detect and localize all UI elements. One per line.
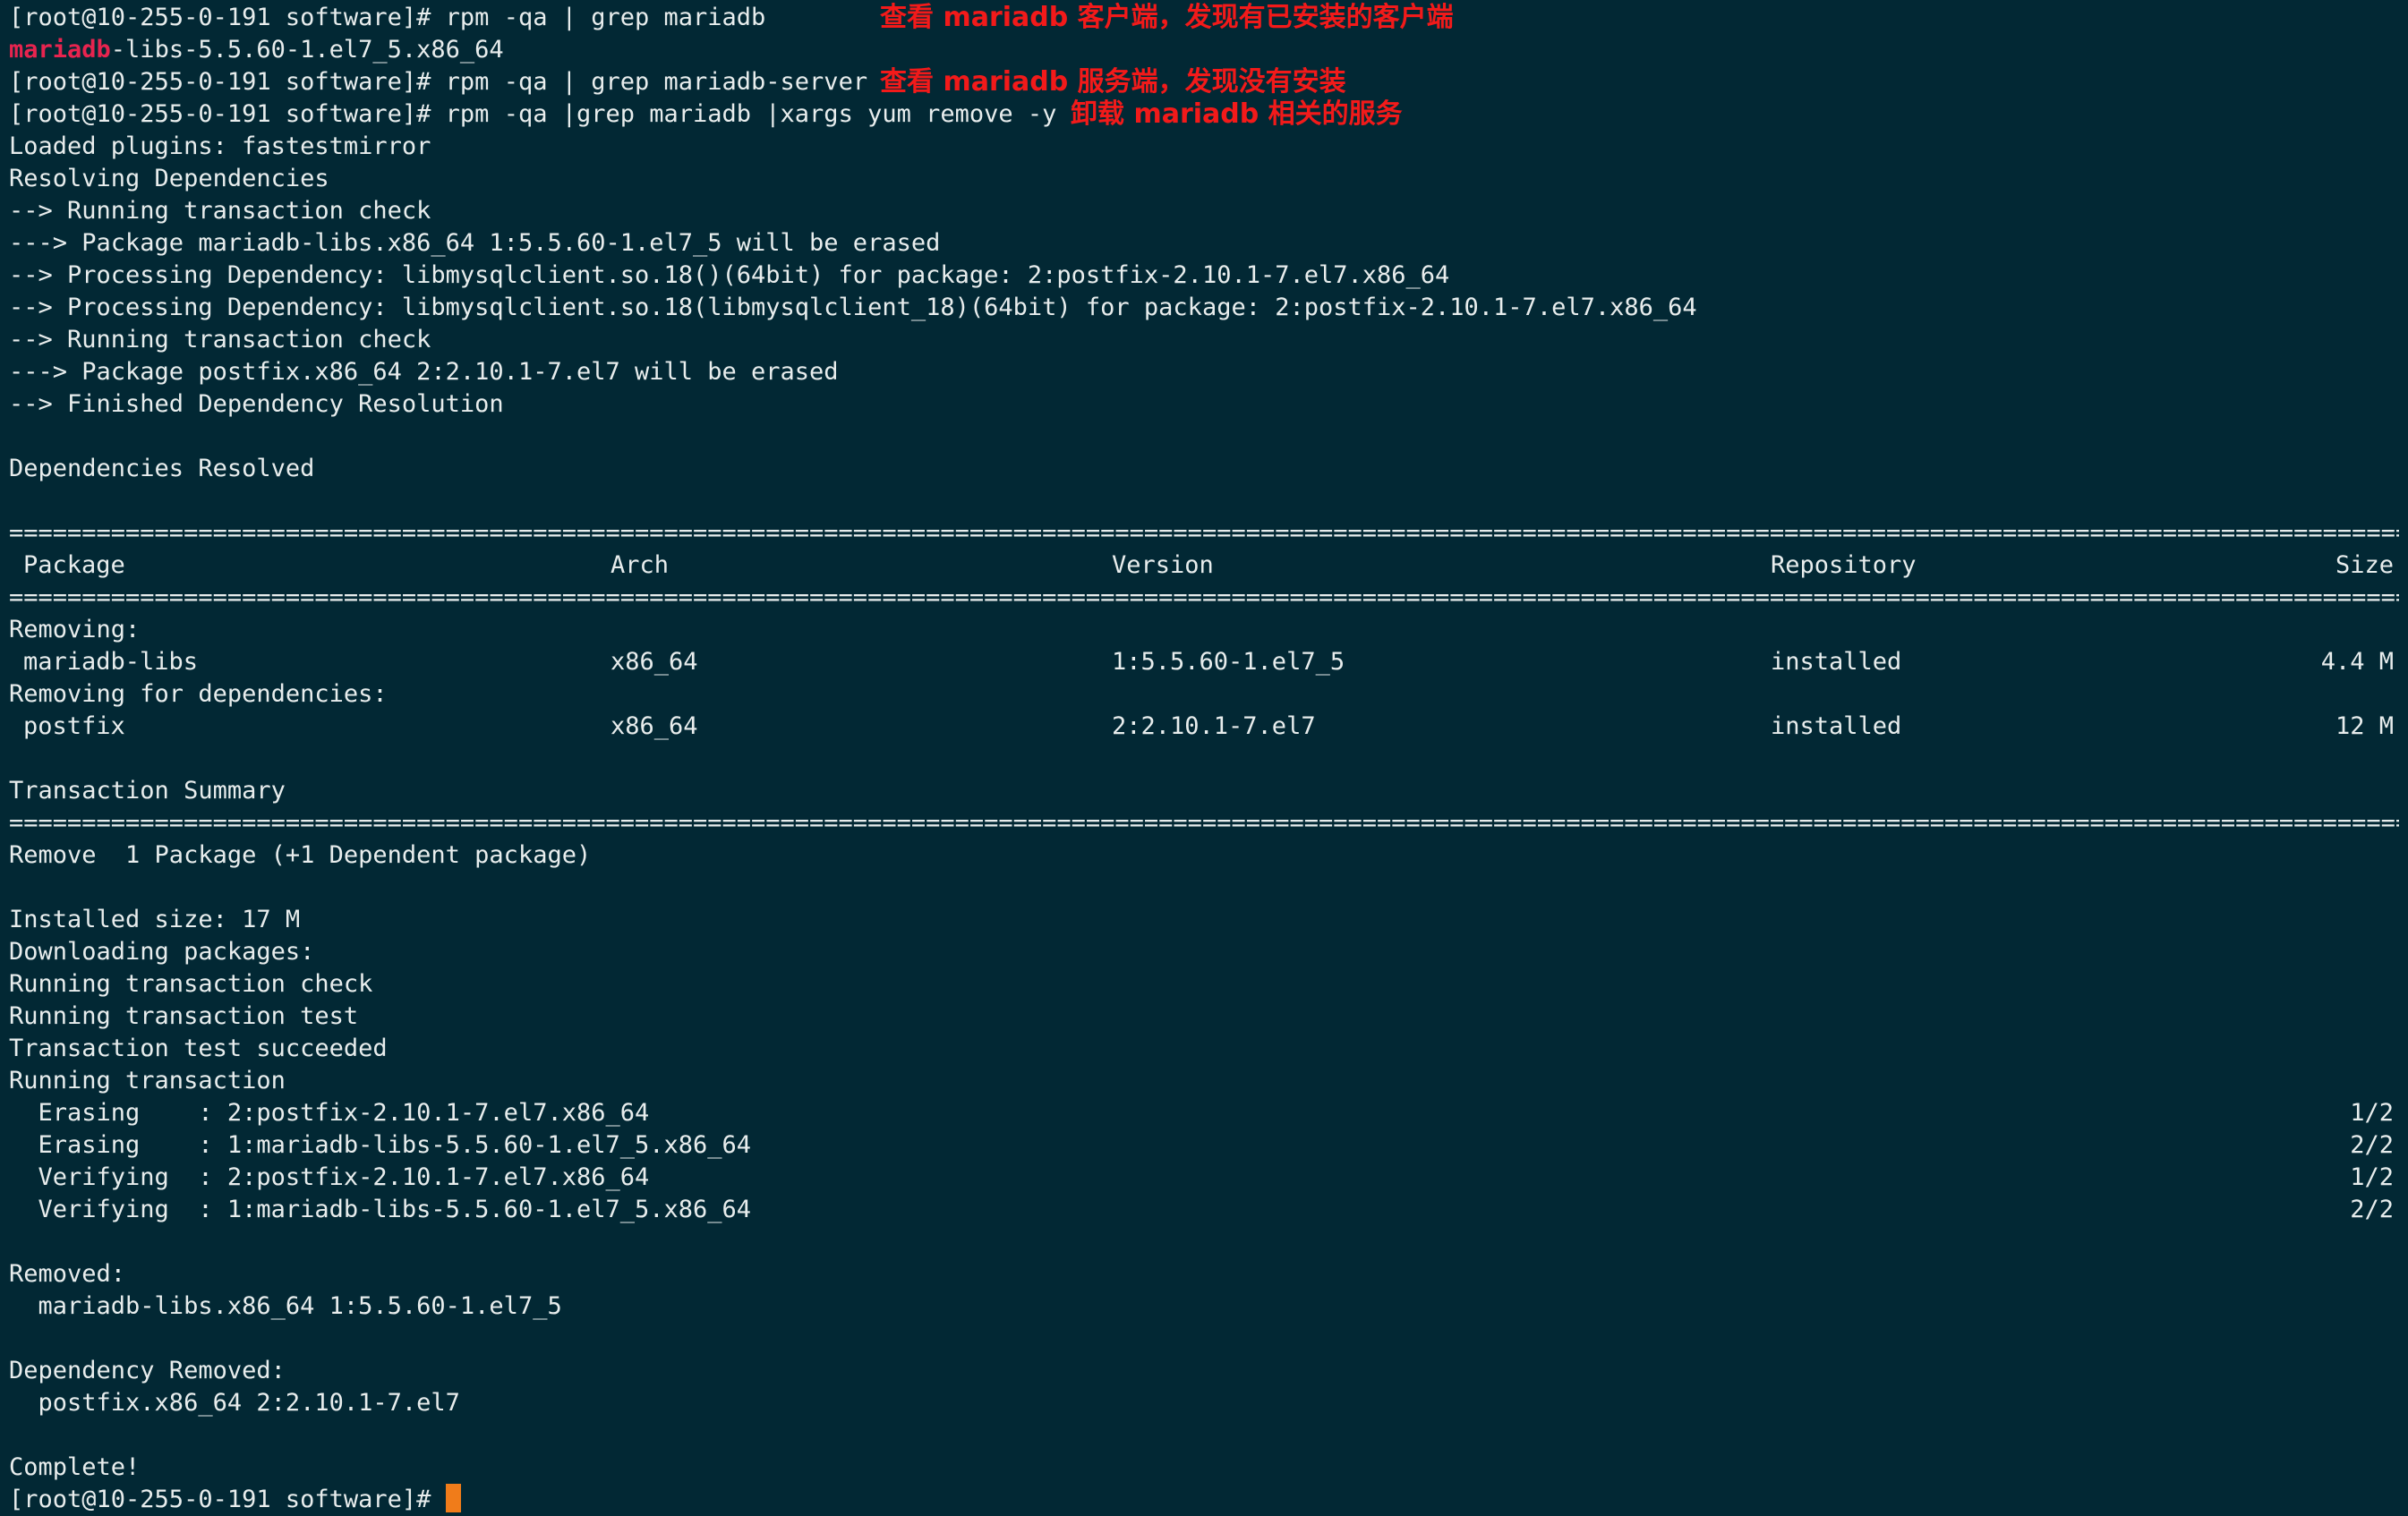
output-text: -libs-5.5.60-1.el7_5.x86_64: [110, 36, 504, 64]
shell-prompt: [root@10-255-0-191 software]#: [9, 68, 446, 96]
output-line: --> Running transaction check: [9, 326, 431, 353]
command-text: rpm -qa | grep mariadb: [445, 4, 766, 31]
annotation-note: 卸载 mariadb 相关的服务: [1071, 98, 1403, 130]
column-header-size: Size: [2335, 551, 2394, 579]
output-line: Dependencies Resolved: [9, 455, 315, 482]
cell-size: 4.4 M: [2320, 648, 2394, 676]
grep-match-highlight: mariadb: [9, 36, 111, 64]
output-line: Downloading packages:: [9, 938, 315, 966]
output-line: Running transaction: [9, 1067, 286, 1094]
output-line: mariadb-libs.x86_64 1:5.5.60-1.el7_5: [9, 1292, 562, 1320]
cell-arch: x86_64: [611, 648, 698, 676]
step-count: 2/2: [2350, 1131, 2394, 1159]
cell-package: mariadb-libs: [23, 648, 199, 676]
output-line: --> Running transaction check: [9, 197, 431, 225]
table-section-label: Removing:: [9, 616, 141, 643]
step-text: Verifying : 2:postfix-2.10.1-7.el7.x86_6…: [9, 1163, 650, 1191]
terminal-window[interactable]: [root@10-255-0-191 software]# rpm -qa | …: [0, 0, 2408, 1516]
output-line: Transaction test succeeded: [9, 1035, 388, 1062]
cell-repository: installed: [1771, 712, 1902, 740]
cell-arch: x86_64: [611, 712, 698, 740]
output-line: ---> Package mariadb-libs.x86_64 1:5.5.6…: [9, 229, 941, 257]
progress-step-line: Verifying : 1:mariadb-libs-5.5.60-1.el7_…: [9, 1194, 2408, 1226]
column-header-package: Package: [23, 551, 125, 579]
step-count: 2/2: [2350, 1196, 2394, 1223]
shell-prompt: [root@10-255-0-191 software]#: [9, 1486, 446, 1513]
output-line: Removed:: [9, 1260, 126, 1288]
output-line: Loaded plugins: fastestmirror: [9, 132, 431, 160]
command-line-1: [root@10-255-0-191 software]# rpm -qa | …: [9, 2, 2408, 34]
progress-step-line: Erasing : 2:postfix-2.10.1-7.el7.x86_64 1…: [9, 1097, 2408, 1129]
output-line: Running transaction check: [9, 970, 373, 998]
cell-version: 2:2.10.1-7.el7: [1112, 712, 1316, 740]
shell-prompt: [root@10-255-0-191 software]#: [9, 4, 446, 31]
column-header-arch: Arch: [611, 551, 670, 579]
table-rule: ========================================…: [9, 519, 2399, 547]
command-line-3: [root@10-255-0-191 software]# rpm -qa |g…: [9, 98, 2408, 131]
command-text: rpm -qa |grep mariadb |xargs yum remove …: [445, 100, 1057, 128]
output-line: --> Processing Dependency: libmysqlclien…: [9, 261, 1450, 289]
step-count: 1/2: [2350, 1099, 2394, 1127]
output-line: --> Finished Dependency Resolution: [9, 390, 504, 418]
output-line: Resolving Dependencies: [9, 165, 329, 192]
output-line: Complete!: [9, 1453, 141, 1481]
output-line: mariadb-libs-5.5.60-1.el7_5.x86_64: [9, 34, 2408, 66]
command-line-2: [root@10-255-0-191 software]# rpm -qa | …: [9, 66, 2408, 98]
step-text: Verifying : 1:mariadb-libs-5.5.60-1.el7_…: [9, 1196, 752, 1223]
text-cursor[interactable]: [445, 1484, 461, 1512]
shell-prompt: [root@10-255-0-191 software]#: [9, 100, 446, 128]
table-section-label: Removing for dependencies:: [9, 680, 388, 708]
cell-size: 12 M: [2335, 712, 2394, 740]
cell-version: 1:5.5.60-1.el7_5: [1112, 648, 1345, 676]
table-header-row: Package Arch Version Repository Size: [9, 549, 2408, 582]
active-prompt-line[interactable]: [root@10-255-0-191 software]#: [9, 1484, 2408, 1516]
table-row: postfix x86_64 2:2.10.1-7.el7 installed …: [9, 711, 2408, 743]
table-rule: ========================================…: [9, 583, 2399, 611]
output-line: Dependency Removed:: [9, 1357, 286, 1384]
output-line: Transaction Summary: [9, 777, 286, 805]
step-text: Erasing : 2:postfix-2.10.1-7.el7.x86_64: [9, 1099, 650, 1127]
column-header-repository: Repository: [1771, 551, 1917, 579]
step-count: 1/2: [2350, 1163, 2394, 1191]
output-line: ---> Package postfix.x86_64 2:2.10.1-7.e…: [9, 358, 839, 386]
cell-repository: installed: [1771, 648, 1902, 676]
column-header-version: Version: [1112, 551, 1214, 579]
output-line: Remove 1 Package (+1 Dependent package): [9, 841, 592, 869]
cell-package: postfix: [23, 712, 125, 740]
table-row: mariadb-libs x86_64 1:5.5.60-1.el7_5 ins…: [9, 646, 2408, 678]
table-rule: ========================================…: [9, 809, 2399, 837]
output-line: postfix.x86_64 2:2.10.1-7.el7: [9, 1389, 460, 1417]
output-line: --> Processing Dependency: libmysqlclien…: [9, 294, 1697, 321]
progress-step-line: Erasing : 1:mariadb-libs-5.5.60-1.el7_5.…: [9, 1129, 2408, 1162]
output-line: Installed size: 17 M: [9, 906, 301, 933]
annotation-note: 查看 mariadb 服务端，发现没有安装: [880, 66, 1346, 98]
step-text: Erasing : 1:mariadb-libs-5.5.60-1.el7_5.…: [9, 1131, 752, 1159]
progress-step-line: Verifying : 2:postfix-2.10.1-7.el7.x86_6…: [9, 1162, 2408, 1194]
output-line: Running transaction test: [9, 1002, 359, 1030]
annotation-note: 查看 mariadb 客户端，发现有已安装的客户端: [880, 2, 1454, 33]
command-text: rpm -qa | grep mariadb-server: [445, 68, 868, 96]
